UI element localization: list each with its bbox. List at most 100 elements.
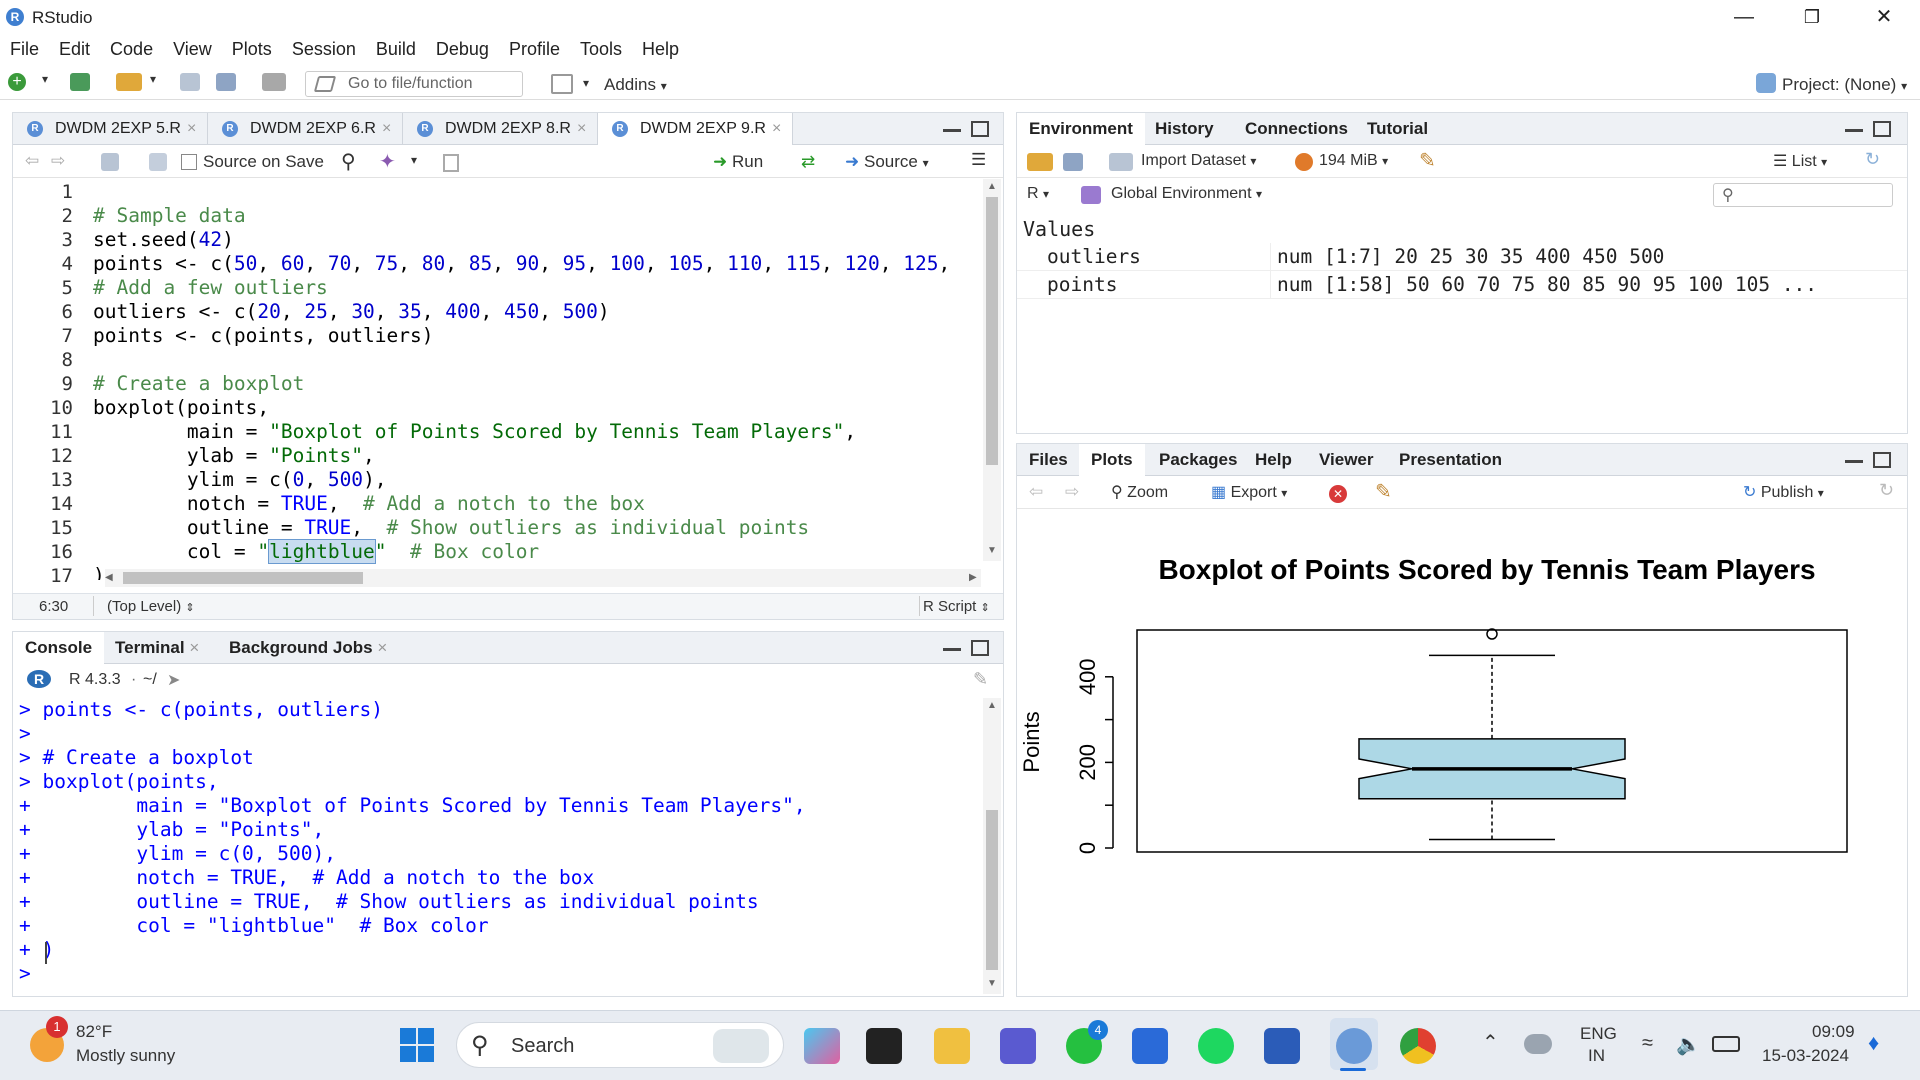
tab-environment[interactable]: Environment <box>1017 113 1145 145</box>
clear-plots-icon[interactable]: ✎ <box>1375 479 1392 504</box>
store-icon[interactable] <box>1132 1028 1168 1064</box>
close-tab-icon[interactable]: × <box>187 120 196 137</box>
minimize-button[interactable]: — <box>1716 4 1772 30</box>
menu-edit[interactable]: Edit <box>59 39 90 60</box>
editor-vscroll-thumb[interactable] <box>986 197 998 465</box>
source-button[interactable]: ➜ Source ▾ <box>845 152 929 172</box>
editor-save-icon[interactable] <box>149 153 167 171</box>
zoom-button[interactable]: ⚲ Zoom <box>1111 482 1168 502</box>
menu-build[interactable]: Build <box>376 39 416 60</box>
clock-date[interactable]: 15-03-2024 <box>1762 1046 1849 1066</box>
print-icon[interactable] <box>262 73 286 91</box>
editor-tab-3[interactable]: R DWDM 2EXP 8.R × <box>403 113 598 145</box>
close-tab-icon[interactable]: × <box>577 120 586 137</box>
menu-help[interactable]: Help <box>642 39 679 60</box>
tab-presentation[interactable]: Presentation <box>1387 444 1514 476</box>
previous-plot-icon[interactable]: ⇦ <box>1029 482 1043 502</box>
weather-description[interactable]: Mostly sunny <box>76 1046 175 1066</box>
tab-history[interactable]: History <box>1143 113 1226 145</box>
editor-vscrollbar[interactable]: ▲ ▼ <box>983 179 1001 561</box>
console-vscrollbar[interactable]: ▲ ▼ <box>983 698 1001 994</box>
publish-button[interactable]: ↻ Publish ▾ <box>1743 482 1824 502</box>
close-button[interactable]: ✕ <box>1856 4 1912 30</box>
tab-tutorial[interactable]: Tutorial <box>1355 113 1440 145</box>
load-workspace-icon[interactable] <box>1027 153 1053 171</box>
maximize-pane-icon[interactable] <box>1873 452 1891 468</box>
refresh-icon[interactable]: ↻ <box>1865 149 1880 170</box>
new-file-icon[interactable]: + <box>8 73 26 91</box>
next-plot-icon[interactable]: ⇨ <box>1065 482 1079 502</box>
show-hidden-icons[interactable]: ⌃ <box>1482 1030 1499 1055</box>
menu-plots[interactable]: Plots <box>232 39 272 60</box>
tab-console[interactable]: Console <box>13 632 105 664</box>
environment-search-input[interactable]: ⚲ <box>1713 183 1893 207</box>
maximize-pane-icon[interactable] <box>1873 121 1891 137</box>
language-top[interactable]: ENG <box>1580 1024 1617 1044</box>
rstudio-taskbar-icon[interactable] <box>1336 1028 1372 1064</box>
notification-bell-icon[interactable]: ♦ <box>1868 1030 1879 1056</box>
menu-session[interactable]: Session <box>292 39 356 60</box>
new-file-dropdown-icon[interactable]: ▾ <box>42 72 48 86</box>
chrome-icon[interactable] <box>1400 1028 1436 1064</box>
export-button[interactable]: ▦ Export ▾ <box>1211 482 1287 502</box>
magic-wand-icon[interactable]: ✦ <box>379 149 396 174</box>
list-view-button[interactable]: ☰ List ▾ <box>1773 151 1827 171</box>
file-type-selector[interactable]: R Script ⇕ <box>923 598 990 615</box>
wifi-icon[interactable]: ≈ <box>1642 1032 1653 1055</box>
maximize-pane-icon[interactable] <box>971 640 989 656</box>
console-vscroll-thumb[interactable] <box>986 810 998 970</box>
restore-button[interactable]: ❐ <box>1784 4 1840 30</box>
addins-menu[interactable]: Addins ▾ <box>604 75 667 95</box>
taskbar-search[interactable]: ⚲ Search <box>456 1022 784 1068</box>
tab-background-jobs[interactable]: Background Jobs × <box>217 632 399 664</box>
refresh-plot-icon[interactable]: ↻ <box>1879 480 1894 501</box>
env-row-points[interactable]: points num [1:58] 50 60 70 75 80 85 90 9… <box>1017 271 1907 299</box>
open-dropdown-icon[interactable]: ▾ <box>150 72 156 86</box>
env-row-outliers[interactable]: outliers num [1:7] 20 25 30 35 400 450 5… <box>1017 243 1907 271</box>
minimize-pane-icon[interactable] <box>1845 129 1863 132</box>
close-tab-icon[interactable]: × <box>382 120 391 137</box>
save-workspace-icon[interactable] <box>1063 153 1083 171</box>
menu-tools[interactable]: Tools <box>580 39 622 60</box>
tab-connections[interactable]: Connections <box>1233 113 1360 145</box>
minimize-pane-icon[interactable] <box>943 648 961 651</box>
copilot-icon[interactable] <box>804 1028 840 1064</box>
editor-tab-1[interactable]: R DWDM 2EXP 5.R × <box>13 113 208 145</box>
tab-terminal[interactable]: Terminal × <box>103 632 211 664</box>
close-tab-icon[interactable]: × <box>772 120 781 137</box>
tab-plots[interactable]: Plots <box>1079 444 1145 476</box>
word-icon[interactable] <box>1264 1028 1300 1064</box>
project-menu[interactable]: Project: (None) ▾ <box>1782 75 1907 95</box>
file-explorer-icon[interactable] <box>934 1028 970 1064</box>
console-output[interactable]: > points <- c(points, outliers) > > # Crea… <box>19 698 979 986</box>
new-project-icon[interactable] <box>70 73 90 91</box>
code-tools-dropdown-icon[interactable]: ▾ <box>411 153 417 167</box>
menu-code[interactable]: Code <box>110 39 153 60</box>
workspace-panes-icon[interactable] <box>551 74 573 94</box>
save-icon[interactable] <box>180 73 200 91</box>
speaker-muted-icon[interactable]: 🔈 <box>1676 1032 1701 1057</box>
weather-temp[interactable]: 82°F <box>76 1022 112 1042</box>
import-dataset-button[interactable]: Import Dataset ▾ <box>1141 152 1256 170</box>
teams-icon[interactable] <box>1000 1028 1036 1064</box>
menu-file[interactable]: File <box>10 39 39 60</box>
search-icon[interactable]: ⚲ <box>341 149 356 174</box>
spotify-icon[interactable] <box>1198 1028 1234 1064</box>
minimize-pane-icon[interactable] <box>943 129 961 132</box>
goto-file-input[interactable]: Go to file/function <box>305 71 523 97</box>
memory-usage-button[interactable]: 194 MiB ▾ <box>1319 152 1388 170</box>
source-on-save-checkbox[interactable] <box>181 154 197 170</box>
clear-console-icon[interactable]: ✎ <box>973 669 988 690</box>
tab-viewer[interactable]: Viewer <box>1307 444 1386 476</box>
run-button[interactable]: ➜ Run <box>713 152 763 172</box>
menu-profile[interactable]: Profile <box>509 39 560 60</box>
broom-icon[interactable]: ✎ <box>1419 148 1436 173</box>
goto-directory-icon[interactable]: ➤ <box>167 670 180 690</box>
menu-debug[interactable]: Debug <box>436 39 489 60</box>
task-view-icon[interactable] <box>866 1028 902 1064</box>
editor-tab-2[interactable]: R DWDM 2EXP 6.R × <box>208 113 403 145</box>
editor-hscroll-thumb[interactable] <box>123 572 363 584</box>
language-selector[interactable]: R ▾ <box>1027 185 1049 203</box>
save-all-icon[interactable] <box>216 73 236 91</box>
editor-hscrollbar[interactable]: ◀ ▶ <box>105 569 981 587</box>
